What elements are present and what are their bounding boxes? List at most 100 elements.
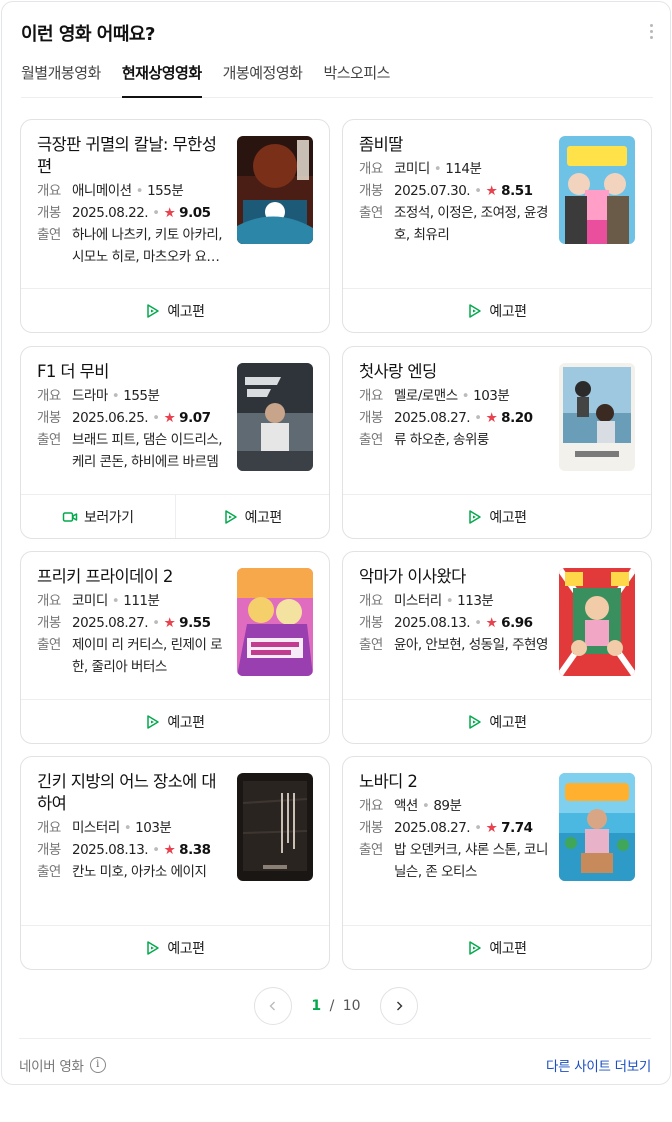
rating: 8.38	[179, 842, 211, 858]
prev-page-button[interactable]	[254, 987, 292, 1025]
genre: 코미디	[72, 593, 108, 609]
trailer-button[interactable]: 예고편	[343, 289, 651, 332]
genre-value: 미스터리 • 103분	[72, 820, 172, 836]
trailer-button[interactable]: 예고편	[343, 700, 651, 743]
tab-upcoming[interactable]: 개봉예정영화	[223, 58, 303, 98]
trailer-label: 예고편	[167, 714, 205, 731]
movie-title[interactable]: 좀비딸	[359, 134, 545, 156]
runtime: 155분	[123, 388, 160, 404]
movie-title[interactable]: 첫사랑 엔딩	[359, 361, 545, 383]
panel-title: 이런 영화 어때요?	[21, 24, 155, 45]
star-icon: ★	[485, 615, 498, 631]
pagination: 1 / 10	[254, 987, 418, 1025]
movie-info: 개요 미스터리 • 103분 개봉 2025.08.13. • ★ 8.38 출연 칸노 …	[37, 817, 227, 883]
cast-value: 하나에 나츠키, 키토 아카리, 시모노 히로, 마츠오카 요시츠구	[72, 227, 223, 265]
movie-info: 개요 애니메이션 • 155분 개봉 2025.08.22. • ★ 9.05 출연 하나…	[37, 180, 227, 268]
trailer-button[interactable]: 예고편	[21, 700, 329, 743]
info-icon[interactable]: i	[89, 1057, 106, 1073]
cast-value: 칸노 미호, 아카소 에이지	[72, 864, 207, 880]
movie-card[interactable]: 첫사랑 엔딩 개요 멜로/로맨스 • 103분 개봉 2025.08.27. • ★ 8.…	[342, 346, 652, 539]
release-date: 2025.08.13.	[72, 842, 149, 858]
movie-title[interactable]: 노바디 2	[359, 771, 545, 793]
release-date: 2025.08.22.	[72, 205, 149, 221]
genre: 멜로/로맨스	[394, 388, 458, 404]
genre-key: 개요	[359, 593, 383, 609]
trailer-button[interactable]: 예고편	[21, 289, 329, 332]
release-row: 개봉 2025.07.30. • ★ 8.51	[359, 180, 549, 202]
trailer-button[interactable]: 예고편	[21, 926, 329, 969]
release-date: 2025.08.27.	[394, 410, 471, 426]
movie-card[interactable]: 좀비딸 개요 코미디 • 114분 개봉 2025.07.30. • ★ 8.51 출연 …	[342, 119, 652, 333]
movie-poster[interactable]	[559, 773, 635, 881]
star-icon: ★	[163, 410, 176, 426]
genre-value: 애니메이션 • 155분	[72, 183, 184, 199]
genre-value: 멜로/로맨스 • 103분	[394, 388, 510, 404]
cast-row: 출연 조정석, 이정은, 조여정, 윤경호, 최유리	[359, 202, 549, 246]
movie-title[interactable]: F1 더 무비	[37, 361, 223, 383]
cast-value: 류 하오춘, 송위룽	[394, 432, 489, 448]
tab-now-showing[interactable]: 현재상영영화	[121, 58, 202, 98]
movie-title[interactable]: 악마가 이사왔다	[359, 566, 545, 588]
movie-poster[interactable]	[237, 773, 313, 881]
movie-card[interactable]: 긴키 지방의 어느 장소에 대하여 개요 미스터리 • 103분 개봉 2025.0…	[20, 756, 330, 970]
movie-info: 개요 드라마 • 155분 개봉 2025.06.25. • ★ 9.07 출연 브래드 …	[37, 385, 227, 473]
movie-card[interactable]: 극장판 귀멸의 칼날: 무한성편 개요 애니메이션 • 155분 개봉 2025.0…	[20, 119, 330, 333]
release-row: 개봉 2025.06.25. • ★ 9.07	[37, 407, 227, 429]
movie-title[interactable]: 극장판 귀멸의 칼날: 무한성편	[37, 134, 223, 178]
source-label: 네이버 영화 i	[19, 1055, 106, 1075]
release-date: 2025.08.13.	[394, 615, 471, 631]
next-page-button[interactable]	[380, 987, 418, 1025]
cast-row: 출연 밥 오덴커크, 샤론 스톤, 코니 닐슨, 존 오티스	[359, 839, 549, 883]
cast-key: 출연	[37, 432, 61, 448]
movie-poster[interactable]	[237, 136, 313, 244]
movie-card[interactable]: F1 더 무비 개요 드라마 • 155분 개봉 2025.06.25. • ★ 9.07…	[20, 346, 330, 539]
genre-key: 개요	[37, 820, 61, 836]
video-camera-icon	[62, 511, 78, 522]
tab-bar: 월별개봉영화 현재상영영화 개봉예정영화 박스오피스	[21, 58, 653, 98]
genre-row: 개요 멜로/로맨스 • 103분	[359, 385, 549, 407]
rating: 9.55	[179, 615, 211, 631]
movie-info: 개요 액션 • 89분 개봉 2025.08.27. • ★ 7.74 출연 밥 오덴커크…	[359, 795, 549, 883]
movie-card[interactable]: 프리키 프라이데이 2 개요 코미디 • 111분 개봉 2025.08.27. • ★…	[20, 551, 330, 744]
release-row: 개봉 2025.08.22. • ★ 9.05	[37, 202, 227, 224]
trailer-label: 예고편	[489, 509, 527, 526]
release-row: 개봉 2025.08.13. • ★ 8.38	[37, 839, 227, 861]
movie-card[interactable]: 노바디 2 개요 액션 • 89분 개봉 2025.08.27. • ★ 7.74 출연 …	[342, 756, 652, 970]
tab-box-office[interactable]: 박스오피스	[323, 58, 390, 98]
genre-key: 개요	[37, 388, 61, 404]
trailer-button[interactable]: 예고편	[343, 495, 651, 538]
release-row: 개봉 2025.08.27. • ★ 8.20	[359, 407, 549, 429]
movie-card[interactable]: 악마가 이사왔다 개요 미스터리 • 113분 개봉 2025.08.13. • ★ 6.…	[342, 551, 652, 744]
movie-info: 개요 코미디 • 111분 개봉 2025.08.27. • ★ 9.55 출연 제이미 …	[37, 590, 227, 678]
trailer-button[interactable]: 예고편	[343, 926, 651, 969]
star-icon: ★	[485, 183, 498, 199]
rating: 6.96	[501, 615, 533, 631]
trailer-button[interactable]: 예고편	[174, 495, 330, 538]
star-icon: ★	[485, 820, 498, 836]
cast-value: 제이미 리 커티스, 린제이 로한, 줄리아 버터스	[72, 637, 223, 675]
movie-poster[interactable]	[237, 568, 313, 676]
cast-key: 출연	[359, 637, 383, 653]
release-date: 2025.07.30.	[394, 183, 471, 199]
movie-poster[interactable]	[559, 568, 635, 676]
movie-poster[interactable]	[559, 363, 635, 471]
cast-key: 출연	[359, 432, 383, 448]
more-options-icon[interactable]	[650, 24, 654, 40]
movie-poster[interactable]	[237, 363, 313, 471]
play-icon	[147, 714, 160, 729]
movie-title[interactable]: 프리키 프라이데이 2	[37, 566, 223, 588]
rating: 7.74	[501, 820, 533, 836]
tab-monthly-releases[interactable]: 월별개봉영화	[21, 58, 101, 98]
release-row: 개봉 2025.08.13. • ★ 6.96	[359, 612, 549, 634]
cast-row: 출연 류 하오춘, 송위룽	[359, 429, 549, 451]
release-value: 2025.08.13. • ★ 6.96	[394, 615, 533, 631]
play-icon	[469, 714, 482, 729]
genre-row: 개요 액션 • 89분	[359, 795, 549, 817]
movie-info: 개요 미스터리 • 113분 개봉 2025.08.13. • ★ 6.96 출연 윤아,…	[359, 590, 549, 656]
movie-title[interactable]: 긴키 지방의 어느 장소에 대하여	[37, 771, 223, 815]
watch-button[interactable]: 보러가기	[21, 495, 175, 538]
movie-poster[interactable]	[559, 136, 635, 244]
more-sites-link[interactable]: 다른 사이트 더보기	[546, 1055, 651, 1075]
genre-value: 액션 • 89분	[394, 798, 462, 814]
star-icon: ★	[163, 615, 176, 631]
